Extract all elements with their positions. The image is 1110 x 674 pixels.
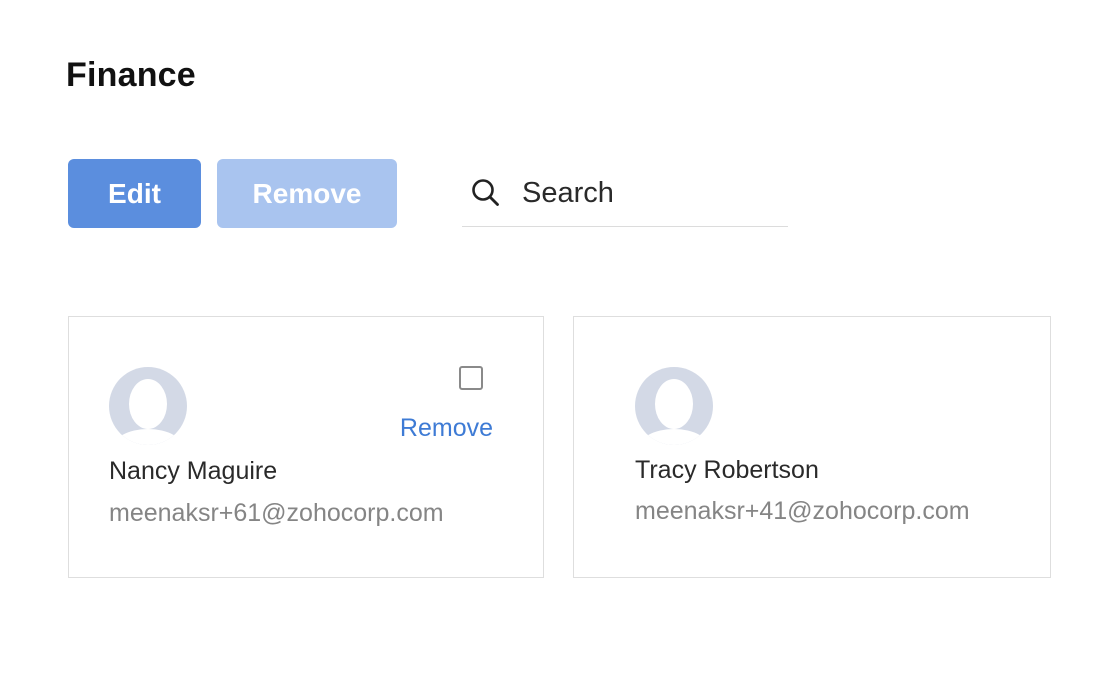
member-email: meenaksr+61@zohocorp.com — [109, 499, 444, 527]
page-title: Finance — [66, 56, 196, 94]
remove-button[interactable]: Remove — [217, 159, 397, 228]
member-card: Tracy Robertson meenaksr+41@zohocorp.com — [573, 316, 1051, 578]
edit-button[interactable]: Edit — [68, 159, 201, 228]
search-input[interactable] — [522, 176, 772, 210]
search-bar — [462, 160, 788, 227]
member-remove-link[interactable]: Remove — [400, 414, 493, 443]
member-select-checkbox[interactable] — [459, 366, 483, 390]
user-placeholder-icon — [109, 367, 187, 445]
member-card: Remove Nancy Maguire meenaksr+61@zohocor… — [68, 316, 544, 578]
member-name: Tracy Robertson — [635, 456, 819, 484]
search-icon[interactable] — [466, 173, 506, 213]
user-placeholder-icon — [635, 367, 713, 445]
toolbar: Edit Remove — [68, 159, 397, 228]
member-email: meenaksr+41@zohocorp.com — [635, 497, 970, 525]
member-name: Nancy Maguire — [109, 457, 278, 485]
